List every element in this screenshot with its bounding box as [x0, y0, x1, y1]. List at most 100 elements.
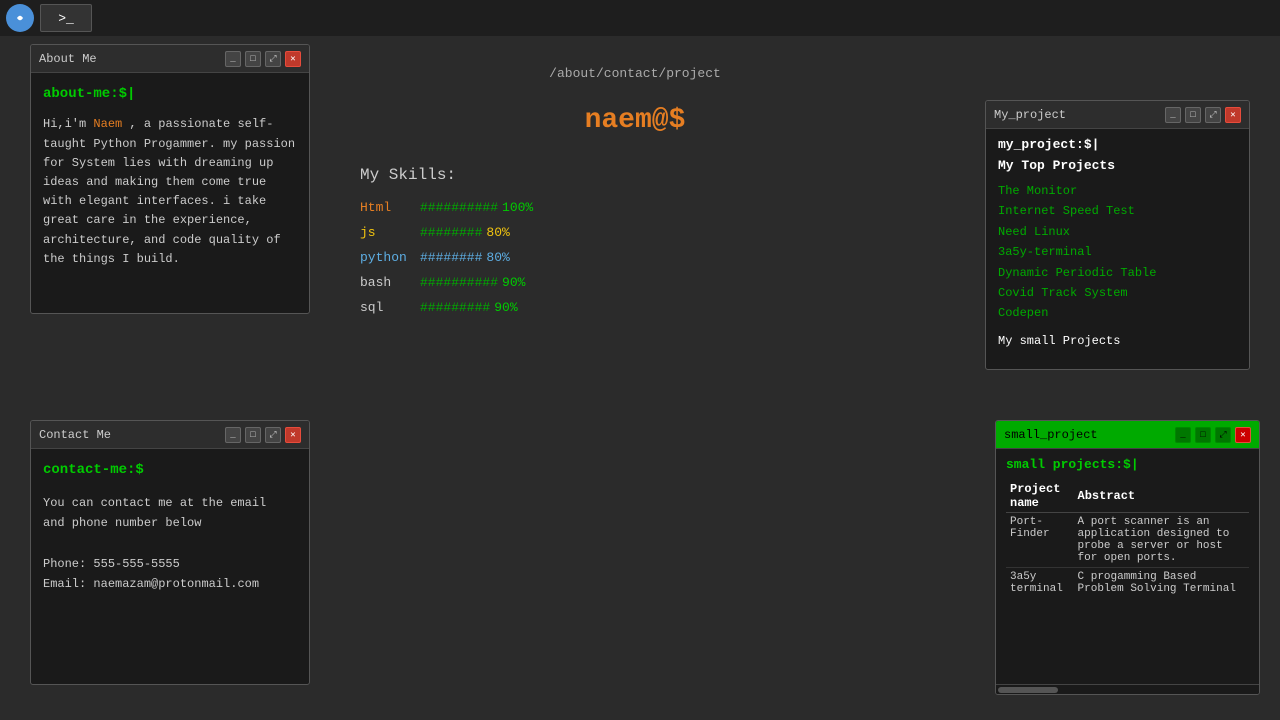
skill-bash-name: bash — [360, 275, 420, 290]
smallproject-window: small_project _ □ ⤢ ✕ small projects:$| … — [995, 420, 1260, 695]
small-project-abstract-1: A port scanner is an application designe… — [1074, 513, 1249, 568]
about-intro: Hi,i'm — [43, 117, 93, 131]
skill-sql-bar: ######### — [420, 300, 490, 315]
skill-bash-pct: 90% — [502, 275, 525, 290]
contact-email-label: Email: — [43, 577, 86, 591]
h-scroll-thumb — [998, 687, 1058, 693]
about-content-area: about-me:$| Hi,i'm Naem , a passionate s… — [31, 73, 309, 313]
contact-restore-button[interactable]: □ — [245, 427, 261, 443]
horizontal-scrollbar[interactable] — [996, 684, 1259, 694]
myproject-prompt: my_project:$| — [998, 137, 1237, 152]
terminal-icon: >_ — [58, 11, 74, 26]
contact-window: Contact Me _ □ ⤢ ✕ contact-me:$ You can … — [30, 420, 310, 685]
myproject-content-area: my_project:$| My Top Projects The Monito… — [986, 129, 1249, 369]
small-project-heading: My small Projects — [998, 334, 1237, 348]
skill-js-pct: 80% — [486, 225, 509, 240]
contact-window-controls: _ □ ⤢ ✕ — [225, 427, 301, 443]
contact-line1: You can contact me at the email — [43, 496, 266, 510]
project-link-linux[interactable]: Need Linux — [998, 222, 1237, 242]
skill-bash-bar: ########## — [420, 275, 498, 290]
col-project-name: Project name — [1006, 480, 1074, 513]
myproject-window: My_project _ □ ⤢ ✕ my_project:$| My Top … — [985, 100, 1250, 370]
project-link-speed[interactable]: Internet Speed Test — [998, 201, 1237, 221]
skill-python-bar: ######## — [420, 250, 482, 265]
taskbar: >_ — [0, 0, 1280, 36]
skill-js-bar: ######## — [420, 225, 482, 240]
skill-python-pct: 80% — [486, 250, 509, 265]
about-name: Naem — [93, 117, 122, 131]
contact-phone-label: Phone: — [43, 557, 86, 571]
skill-sql-name: sql — [360, 300, 420, 315]
skill-html-name: Html — [360, 200, 420, 215]
logo: naem@$ — [585, 105, 686, 136]
app-icon[interactable] — [6, 4, 34, 32]
myproject-title: My_project — [994, 108, 1165, 122]
smallproject-prompt: small projects:$| — [1006, 457, 1249, 472]
skill-html-bar: ########## — [420, 200, 498, 215]
about-minimize-button[interactable]: _ — [225, 51, 241, 67]
col-abstract: Abstract — [1074, 480, 1249, 513]
terminal-taskbar-button[interactable]: >_ — [40, 4, 92, 32]
contact-close-button[interactable]: ✕ — [285, 427, 301, 443]
logo-text: naem — [585, 105, 652, 136]
skill-js-name: js — [360, 225, 420, 240]
about-prompt: about-me:$| — [43, 83, 297, 105]
smallproject-minimize-button[interactable]: _ — [1175, 427, 1191, 443]
contact-prompt: contact-me:$ — [43, 459, 297, 483]
about-close-button[interactable]: ✕ — [285, 51, 301, 67]
contact-line2: and phone number below — [43, 516, 201, 530]
logo-at: @$ — [652, 105, 686, 136]
smallproject-fullscreen-button[interactable]: ⤢ — [1215, 427, 1231, 443]
myproject-restore-button[interactable]: □ — [1185, 107, 1201, 123]
about-titlebar: About Me _ □ ⤢ ✕ — [31, 45, 309, 73]
contact-minimize-button[interactable]: _ — [225, 427, 241, 443]
about-window-controls: _ □ ⤢ ✕ — [225, 51, 301, 67]
skill-html: Html ########## 100% — [360, 200, 533, 215]
contact-text: contact-me:$ You can contact me at the e… — [31, 449, 309, 605]
contact-titlebar: Contact Me _ □ ⤢ ✕ — [31, 421, 309, 449]
smallproject-restore-button[interactable]: □ — [1195, 427, 1211, 443]
about-title: About Me — [39, 52, 225, 66]
contact-phone: 555-555-5555 — [93, 557, 179, 571]
contact-fullscreen-button[interactable]: ⤢ — [265, 427, 281, 443]
project-text: my_project:$| My Top Projects The Monito… — [986, 129, 1249, 356]
small-project-abstract-2: C progamming Based Problem Solving Termi… — [1074, 568, 1249, 599]
myproject-close-button[interactable]: ✕ — [1225, 107, 1241, 123]
project-link-periodic[interactable]: Dynamic Periodic Table — [998, 263, 1237, 283]
myproject-window-controls: _ □ ⤢ ✕ — [1165, 107, 1241, 123]
skill-bash: bash ########## 90% — [360, 275, 525, 290]
small-project-name-2: 3a5y terminal — [1006, 568, 1074, 599]
about-me-window: About Me _ □ ⤢ ✕ about-me:$| Hi,i'm Naem… — [30, 44, 310, 314]
about-intro-rest: , a passionate self-taught Python Progam… — [43, 117, 295, 265]
skill-sql: sql ######### 90% — [360, 300, 518, 315]
main-area: /about/contact/project naem@$ My Skills:… — [330, 36, 940, 720]
small-projects-table: Project name Abstract Port-Finder A port… — [1006, 480, 1249, 598]
smallproject-window-controls: _ □ ⤢ ✕ — [1175, 427, 1251, 443]
myproject-fullscreen-button[interactable]: ⤢ — [1205, 107, 1221, 123]
myproject-minimize-button[interactable]: _ — [1165, 107, 1181, 123]
smallproject-close-button[interactable]: ✕ — [1235, 427, 1251, 443]
smallproject-content-area: small projects:$| Project name Abstract … — [996, 449, 1259, 684]
skill-python-name: python — [360, 250, 420, 265]
myproject-titlebar: My_project _ □ ⤢ ✕ — [986, 101, 1249, 129]
project-link-terminal[interactable]: 3a5y-terminal — [998, 242, 1237, 262]
project-link-monitor[interactable]: The Monitor — [998, 181, 1237, 201]
skill-js: js ######## 80% — [360, 225, 510, 240]
skill-sql-pct: 90% — [494, 300, 517, 315]
project-link-covid[interactable]: Covid Track System — [998, 283, 1237, 303]
contact-title: Contact Me — [39, 428, 225, 442]
project-link-codepen[interactable]: Codepen — [998, 303, 1237, 323]
about-text: about-me:$| Hi,i'm Naem , a passionate s… — [31, 73, 309, 279]
small-project-text: small projects:$| Project name Abstract … — [996, 449, 1259, 606]
myproject-heading: My Top Projects — [998, 158, 1237, 173]
skill-python: python ######## 80% — [360, 250, 510, 265]
smallproject-title: small_project — [1004, 428, 1175, 442]
contact-content-area: contact-me:$ You can contact me at the e… — [31, 449, 309, 684]
skills-title: My Skills: — [360, 166, 456, 184]
small-project-name-1: Port-Finder — [1006, 513, 1074, 568]
about-fullscreen-button[interactable]: ⤢ — [265, 51, 281, 67]
contact-email: naemazam@protonmail.com — [93, 577, 259, 591]
table-row: 3a5y terminal C progamming Based Problem… — [1006, 568, 1249, 599]
skill-html-pct: 100% — [502, 200, 533, 215]
about-restore-button[interactable]: □ — [245, 51, 261, 67]
